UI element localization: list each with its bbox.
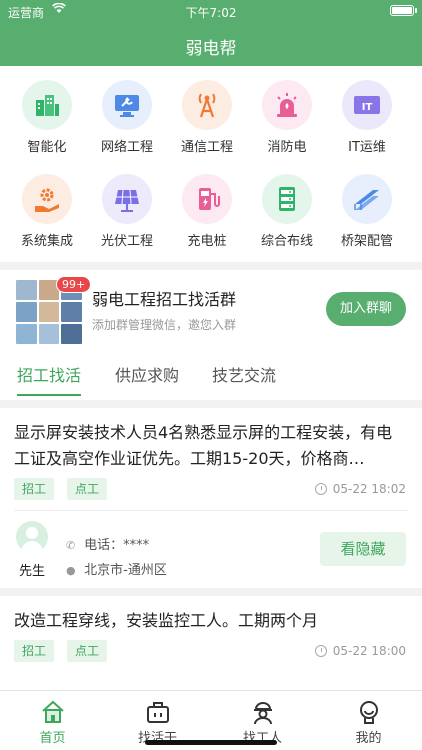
- join-group-button[interactable]: 加入群聊: [326, 292, 406, 326]
- category-solar[interactable]: 光伏工程: [87, 174, 167, 249]
- group-card[interactable]: 99+ 弱电工程招工找活群 添加群管理微信，邀您入群 加入群聊: [0, 270, 422, 354]
- group-subtitle: 添加群管理微信，邀您入群: [92, 318, 237, 332]
- network-tool-icon: [102, 80, 152, 130]
- location-pin-icon: ●: [66, 564, 76, 577]
- avatar: [16, 521, 48, 553]
- tabbar-label: 首页: [39, 731, 66, 746]
- content-tabs: 招工找活 供应求购 技艺交流: [0, 354, 422, 400]
- category-label: 消防电: [267, 140, 307, 155]
- app-header: 运营商 下午7:02 弱电帮: [0, 0, 422, 66]
- tabbar-label: 我的: [355, 731, 382, 746]
- divider: [14, 510, 408, 511]
- phone-icon: ✆: [66, 539, 76, 552]
- signal-tower-icon: [182, 80, 232, 130]
- tabbar-find-work[interactable]: 找活干: [105, 691, 210, 746]
- phone-text: 电话：****: [84, 538, 150, 553]
- group-title: 弱电工程招工找活群: [92, 290, 237, 309]
- fire-alarm-icon: [262, 80, 312, 130]
- category-integration[interactable]: 系统集成: [7, 174, 87, 249]
- post-card[interactable]: 显示屏安装技术人员4名熟悉显示屏的工程安装，有电工证及高空作业证优先。工期15-…: [0, 408, 422, 588]
- category-smart[interactable]: 智能化: [7, 80, 87, 155]
- battery-icon: [390, 5, 417, 16]
- post-time-text: 05-22 18:00: [332, 644, 406, 658]
- server-rack-icon: [262, 174, 312, 224]
- category-label: 网络工程: [100, 140, 153, 155]
- worker-icon: [250, 699, 276, 725]
- location-info: ● 北京市-通州区: [66, 559, 167, 578]
- post-card[interactable]: 改造工程穿线，安装监控工人。工期两个月 招工 点工 05-22 18:00: [0, 596, 422, 690]
- category-label: 通信工程: [180, 140, 233, 155]
- tab-recruit[interactable]: 招工找活: [17, 362, 81, 386]
- post-tag: 招工: [14, 640, 55, 662]
- gear-hand-icon: [22, 174, 72, 224]
- post-tag: 招工: [14, 478, 55, 500]
- home-icon: [40, 699, 66, 725]
- tabbar-profile[interactable]: 我的: [316, 691, 421, 746]
- category-telecom[interactable]: 通信工程: [167, 80, 247, 155]
- category-grid: 智能化 网络工程 通信工程 消防电 IT IT运维 系统集成 光伏工程 充电桩 …: [0, 66, 422, 262]
- category-fire[interactable]: 消防电: [247, 80, 327, 155]
- tabbar-find-workers[interactable]: 找工人: [210, 691, 315, 746]
- clock-icon: [314, 483, 327, 495]
- toolbox-icon: [145, 699, 171, 725]
- smart-building-icon: [22, 80, 72, 130]
- page-title: 弱电帮: [185, 39, 237, 59]
- category-label: 光伏工程: [100, 234, 153, 249]
- home-indicator: [145, 740, 277, 745]
- category-tray[interactable]: 桥架配管: [327, 174, 407, 249]
- category-label: 系统集成: [20, 234, 73, 249]
- phone-info: ✆ 电话：****: [66, 534, 149, 553]
- category-it[interactable]: IT IT运维: [327, 80, 407, 155]
- post-title: 改造工程穿线，安装监控工人。工期两个月: [14, 611, 319, 630]
- tabbar-home[interactable]: 首页: [0, 691, 105, 746]
- post-time-text: 05-22 18:02: [332, 482, 406, 496]
- tab-supply[interactable]: 供应求购: [115, 362, 179, 386]
- poster-name: 先生: [19, 564, 46, 579]
- category-label: 桥架配管: [340, 234, 393, 249]
- active-tab-indicator: [17, 394, 81, 396]
- category-label: IT运维: [348, 140, 386, 155]
- clock-icon: [314, 645, 327, 657]
- post-title: 显示屏安装技术人员4名熟悉显示屏的工程安装，有电工证及高空作业证优先。工期15-…: [14, 423, 393, 468]
- post-tag: 点工: [67, 478, 108, 500]
- profile-icon: [356, 699, 382, 725]
- location-text: 北京市-通州区: [84, 563, 167, 578]
- category-label: 充电桩: [187, 234, 227, 249]
- svg-text:IT: IT: [362, 102, 373, 113]
- status-time: 下午7:02: [185, 6, 237, 20]
- tab-skills[interactable]: 技艺交流: [212, 362, 276, 386]
- category-label: 综合布线: [260, 234, 313, 249]
- category-label: 智能化: [27, 140, 67, 155]
- cable-tray-icon: [342, 174, 392, 224]
- post-time: 05-22 18:02: [314, 482, 406, 496]
- unread-badge: 99+: [56, 276, 92, 293]
- category-network[interactable]: 网络工程: [87, 80, 167, 155]
- it-icon: IT: [342, 80, 392, 130]
- post-time: 05-22 18:00: [314, 644, 406, 658]
- charging-pile-icon: [182, 174, 232, 224]
- view-hidden-button[interactable]: 看隐藏: [320, 532, 406, 566]
- post-tag: 点工: [67, 640, 108, 662]
- status-bar: 运营商 下午7:02: [0, 0, 422, 22]
- solar-panel-icon: [102, 174, 152, 224]
- category-cabling[interactable]: 综合布线: [247, 174, 327, 249]
- category-charging[interactable]: 充电桩: [167, 174, 247, 249]
